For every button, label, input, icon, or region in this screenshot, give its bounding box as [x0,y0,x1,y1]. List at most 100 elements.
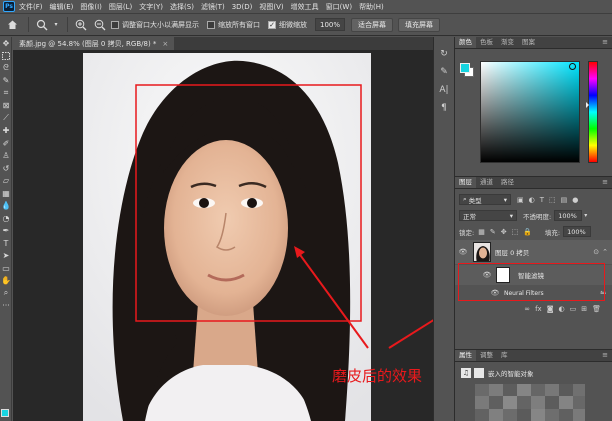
layer-style-icon[interactable]: fx [535,305,542,313]
hand-tool-icon[interactable]: ✋ [0,275,12,288]
checkbox-box[interactable] [207,20,215,29]
zoom-in-icon[interactable] [73,17,89,33]
tab-channels[interactable]: 通道 [476,177,497,188]
history-brush-tool-icon[interactable]: ↺ [0,162,12,175]
menu-plugins[interactable]: 增效工具 [291,2,319,12]
fit-screen-button[interactable]: 适合屏幕 [351,17,394,32]
pen-tool-icon[interactable]: ✒ [0,225,12,238]
add-mask-icon[interactable]: ◙ [547,305,554,313]
document-tab[interactable]: 素颜.jpg @ 54.8% (图层 0 拷贝, RGB/8) * × [13,37,175,50]
color-picker-handle[interactable] [569,63,576,70]
move-tool-icon[interactable]: ✥ [0,37,12,50]
lasso-tool-icon[interactable]: ᘓ [0,62,12,75]
lock-position-icon[interactable]: ✥ [501,228,507,236]
opacity-field[interactable]: 100% [554,210,583,221]
menu-3d[interactable]: 3D(D) [232,3,253,11]
zoom-tool-icon[interactable]: ⌕ [0,287,12,300]
dodge-tool-icon[interactable]: ◔ [0,212,12,225]
lock-pixels-icon[interactable]: ✎ [490,228,496,236]
menu-layer[interactable]: 图层(L) [109,2,132,12]
menu-type[interactable]: 文字(Y) [139,2,163,12]
new-group-icon[interactable]: ▭ [570,305,577,313]
menu-filter[interactable]: 滤镜(T) [201,2,225,12]
lock-artboard-icon[interactable]: ⬚ [512,228,519,236]
hue-slider-marker[interactable] [586,102,589,108]
lock-all-icon[interactable]: 🔒 [523,228,532,236]
visibility-eye-icon[interactable]: 👁 [457,248,469,256]
gradient-tool-icon[interactable]: ▦ [0,187,12,200]
new-layer-icon[interactable]: ⊞ [581,305,587,313]
chevron-down-icon[interactable]: ▾ [584,212,587,219]
saturation-brightness-field[interactable] [480,61,580,163]
zoom-percent-field[interactable]: 100% [315,18,346,31]
type-tool-icon[interactable]: T [0,237,12,250]
foreground-color-swatch[interactable] [1,409,9,417]
filter-pixel-icon[interactable]: ▣ [517,196,524,204]
quick-select-tool-icon[interactable]: ✎ [0,75,12,88]
tab-paths[interactable]: 路径 [497,177,518,188]
trash-icon[interactable]: 🗑 [592,305,601,313]
panel-menu-icon[interactable]: ≡ [602,350,608,361]
fill-screen-button[interactable]: 填充屏幕 [398,17,441,32]
tab-patterns[interactable]: 图案 [518,37,539,48]
healing-brush-tool-icon[interactable]: ✚ [0,125,12,138]
panel-menu-icon[interactable]: ≡ [602,177,608,188]
menu-select[interactable]: 选择(S) [170,2,194,12]
layer-row[interactable]: 👁 图层 0 拷贝 ⊙ ⌃ [455,240,612,264]
history-icon[interactable]: ↻ [434,45,454,63]
clone-stamp-tool-icon[interactable]: ♙ [0,150,12,163]
hue-slider[interactable] [586,61,598,163]
link-layers-icon[interactable]: ∞ [524,305,530,313]
tab-layers[interactable]: 图层 [455,177,476,188]
menu-help[interactable]: 帮助(H) [359,2,384,12]
more-tools-icon[interactable]: ··· [0,300,12,313]
rectangle-tool-icon[interactable]: ▭ [0,262,12,275]
panel-menu-icon[interactable]: ≡ [602,37,608,48]
canvas-area[interactable]: 磨皮后的效果 [13,50,433,421]
zoom-out-icon[interactable] [92,17,108,33]
menu-edit[interactable]: 编辑(E) [50,2,74,12]
blur-tool-icon[interactable]: 💧 [0,200,12,213]
tab-adjustments[interactable]: 调整 [476,350,497,361]
resize-windows-checkbox[interactable]: 调整窗口大小以满屏显示 [111,20,199,30]
layer-filter-kind-select[interactable]: ⌕ 类型 ▾ [459,194,511,205]
eraser-tool-icon[interactable]: ▱ [0,175,12,188]
tab-swatches[interactable]: 色板 [476,37,497,48]
menu-file[interactable]: 文件(F) [19,2,43,12]
checkbox-box[interactable] [111,20,119,29]
checkbox-checked-icon[interactable]: ✓ [268,20,276,29]
paragraph-icon[interactable]: ¶ [434,99,454,117]
chevron-down-icon[interactable]: ▾ [53,17,59,33]
zoom-all-windows-checkbox[interactable]: 缩放所有窗口 [207,20,260,30]
marquee-tool-icon[interactable] [0,50,12,63]
filter-type-icon[interactable]: T [540,196,544,204]
foreground-color-swatch[interactable] [460,63,470,73]
frame-tool-icon[interactable]: ⊠ [0,100,12,113]
brush-tool-icon[interactable]: ✐ [0,137,12,150]
menu-image[interactable]: 图像(I) [80,2,102,12]
filter-shape-icon[interactable]: ⬚ [549,196,556,204]
scrubby-zoom-checkbox[interactable]: ✓ 细微缩放 [268,20,307,30]
fill-field[interactable]: 100% [563,226,592,237]
filter-toggle-icon[interactable]: ● [572,196,578,204]
menu-view[interactable]: 视图(V) [259,2,283,12]
menu-window[interactable]: 窗口(W) [326,2,352,12]
filter-smart-object-icon[interactable]: ▤ [561,196,568,204]
brush-settings-icon[interactable]: ✎ [434,63,454,81]
crop-tool-icon[interactable]: ⌗ [0,87,12,100]
tab-gradients[interactable]: 渐变 [497,37,518,48]
lock-transparency-icon[interactable]: ▦ [478,228,485,236]
close-icon[interactable]: × [162,40,168,48]
chevron-up-icon[interactable]: ⌃ [602,248,608,256]
eyedropper-tool-icon[interactable]: ⟋ [0,112,12,125]
home-icon[interactable] [4,17,20,33]
path-selection-tool-icon[interactable]: ➤ [0,250,12,263]
tab-color[interactable]: 颜色 [455,37,476,48]
zoom-tool-icon[interactable] [34,17,50,33]
blend-mode-select[interactable]: 正常 ▾ [459,210,517,221]
tab-libraries[interactable]: 库 [497,350,512,361]
filter-adjustment-icon[interactable]: ◐ [529,196,535,204]
character-icon[interactable]: A| [434,81,454,99]
tab-properties[interactable]: 属性 [455,350,476,361]
adjustment-layer-icon[interactable]: ◐ [559,305,565,313]
